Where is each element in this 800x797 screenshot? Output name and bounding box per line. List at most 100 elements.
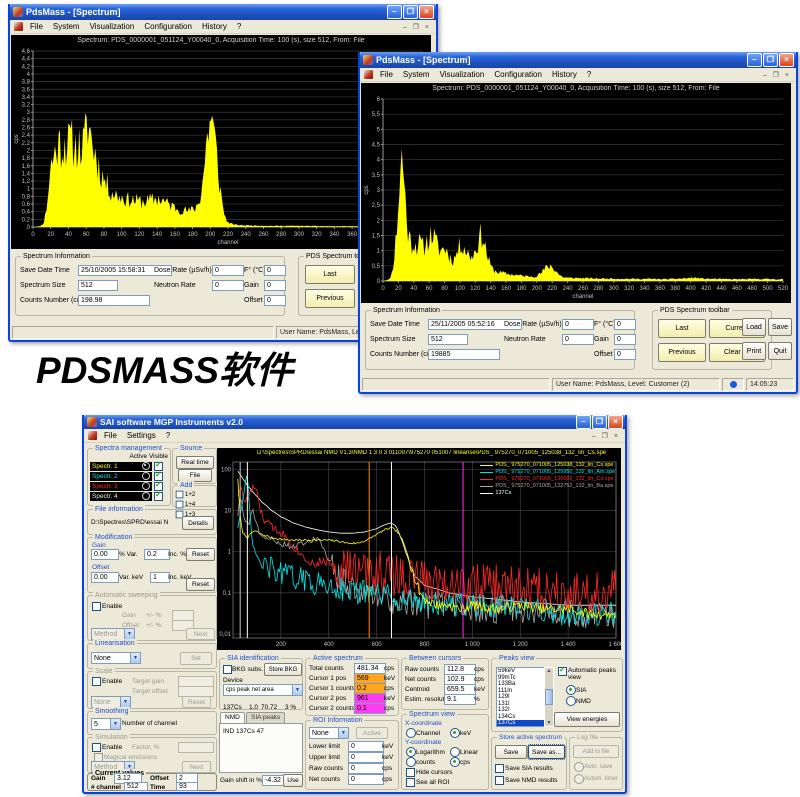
add-checkbox-1-4[interactable] bbox=[176, 501, 184, 509]
peak-item-137cs[interactable]: 137Cs bbox=[497, 720, 545, 727]
bkg-subs-checkbox[interactable] bbox=[223, 665, 232, 674]
simulation-enable-checkbox[interactable] bbox=[92, 743, 101, 752]
menu-item-file[interactable]: File bbox=[375, 70, 398, 79]
titlebar[interactable]: SAI software MGP Instruments v2.0 –❐× bbox=[84, 415, 625, 429]
linearisation-combo[interactable]: None▼ bbox=[91, 652, 141, 664]
save-nmd-results-checkbox[interactable] bbox=[495, 776, 504, 785]
mdi-window-controls[interactable]: – ❐ × bbox=[403, 23, 434, 31]
restore-button[interactable]: ❐ bbox=[763, 53, 778, 67]
sia-radio[interactable] bbox=[566, 685, 576, 695]
offset-spinner[interactable]: 0.00 bbox=[91, 572, 119, 583]
print-button[interactable]: Print bbox=[742, 342, 766, 360]
smoothing-combo[interactable]: 5▼ bbox=[91, 718, 121, 730]
offset-field[interactable]: 0 bbox=[264, 295, 286, 306]
offset-reset-button[interactable]: Reset bbox=[186, 578, 215, 591]
counts-field[interactable]: 19885 bbox=[428, 349, 500, 360]
spectrum-size-field[interactable]: 512 bbox=[78, 280, 118, 291]
menu-item-visualization[interactable]: Visualization bbox=[85, 22, 140, 31]
menu-item--[interactable]: ? bbox=[232, 22, 246, 31]
menu-item-settings[interactable]: Settings bbox=[122, 431, 161, 440]
multi-spectrum-plot[interactable]: D:\Spectres\SPRD\essai NMD V1.3\NMD 1 3 … bbox=[217, 448, 621, 650]
save-button[interactable]: Save bbox=[768, 318, 792, 336]
menu-item-system[interactable]: System bbox=[398, 70, 435, 79]
minimize-button[interactable]: – bbox=[387, 5, 402, 19]
dose-rate-field[interactable]: 0 bbox=[212, 265, 244, 276]
active-radio[interactable] bbox=[142, 472, 150, 480]
automatic-peaks-checkbox[interactable] bbox=[558, 667, 567, 676]
close-button[interactable]: × bbox=[419, 5, 434, 19]
menu-item-history[interactable]: History bbox=[197, 22, 232, 31]
gain-spinner[interactable]: 0.00 bbox=[91, 549, 119, 560]
mdi-window-controls[interactable]: – ❐ × bbox=[763, 71, 794, 79]
menu-item-system[interactable]: System bbox=[48, 22, 85, 31]
close-button[interactable]: × bbox=[779, 53, 794, 67]
save-sia-results-checkbox[interactable] bbox=[495, 764, 504, 773]
linear-radio[interactable] bbox=[450, 747, 460, 757]
offset-field[interactable]: 0 bbox=[614, 349, 636, 360]
sweeping-enable-checkbox[interactable] bbox=[92, 602, 101, 611]
gain-field[interactable]: 0 bbox=[264, 280, 286, 291]
real-time-button[interactable]: Real time bbox=[176, 456, 214, 469]
gain-reset-button[interactable]: Reset bbox=[186, 548, 215, 561]
logarithm-radio[interactable] bbox=[406, 747, 416, 757]
see-all-roi-checkbox[interactable] bbox=[406, 778, 415, 787]
temperature-field[interactable]: 0 bbox=[614, 319, 636, 330]
tab-nmd[interactable]: NMD bbox=[220, 712, 245, 723]
previous-button[interactable]: Previous bbox=[305, 289, 355, 308]
menu-item-configuration[interactable]: Configuration bbox=[139, 22, 197, 31]
last-button[interactable]: Last bbox=[305, 265, 355, 284]
close-button[interactable]: × bbox=[608, 415, 623, 429]
menu-item-file[interactable]: File bbox=[99, 431, 122, 440]
scale-enable-checkbox[interactable] bbox=[92, 677, 101, 686]
menu-item-file[interactable]: File bbox=[25, 22, 48, 31]
store-save-button[interactable]: Save bbox=[495, 745, 527, 759]
spectrum-size-field[interactable]: 512 bbox=[428, 334, 468, 345]
kev-radio[interactable] bbox=[450, 728, 460, 738]
minimize-button[interactable]: – bbox=[747, 53, 762, 67]
load-button[interactable]: Load bbox=[742, 318, 766, 336]
details-button[interactable]: Details bbox=[182, 516, 214, 530]
nmd-radio[interactable] bbox=[566, 696, 576, 706]
peaks-listbox[interactable]: 59keV99mTc133Ba111In129I131I132I134Cs137… bbox=[496, 667, 546, 727]
titlebar[interactable]: PdsMass - [Spectrum] –❐× bbox=[10, 4, 436, 20]
menu-item-configuration[interactable]: Configuration bbox=[489, 70, 547, 79]
titlebar[interactable]: PdsMass - [Spectrum] –❐× bbox=[360, 52, 796, 68]
menu-item--[interactable]: ? bbox=[582, 70, 596, 79]
previous-button[interactable]: Previous bbox=[658, 343, 706, 362]
peaks-scrollbar[interactable]: ▲▼ bbox=[544, 667, 554, 727]
menu-item--[interactable]: ? bbox=[161, 431, 175, 440]
device-combo[interactable]: cps peak net area▼ bbox=[223, 684, 303, 696]
gain-field[interactable]: 0 bbox=[614, 334, 636, 345]
offset-inc-field[interactable]: 1 bbox=[150, 572, 170, 583]
restore-button[interactable]: ❐ bbox=[403, 5, 418, 19]
active-radio[interactable] bbox=[142, 482, 150, 490]
dose-rate-field[interactable]: 0 bbox=[562, 319, 594, 330]
store-save-as-button[interactable]: Save as... bbox=[528, 745, 565, 759]
cps-radio[interactable] bbox=[450, 757, 460, 767]
minimize-button[interactable]: – bbox=[576, 415, 591, 429]
hide-cursors-checkbox[interactable] bbox=[406, 768, 415, 777]
last-button[interactable]: Last bbox=[658, 319, 706, 338]
active-radio[interactable] bbox=[142, 462, 150, 470]
use-button[interactable]: Use bbox=[283, 774, 303, 787]
counts-field[interactable]: 198.98 bbox=[78, 295, 150, 306]
store-bkg-button[interactable]: Store BKG bbox=[264, 663, 302, 676]
tab-sia-peaks[interactable]: SIA peaks bbox=[246, 712, 285, 723]
visible-checkbox[interactable] bbox=[154, 492, 163, 501]
menu-item-visualization[interactable]: Visualization bbox=[435, 70, 490, 79]
restore-button[interactable]: ❐ bbox=[592, 415, 607, 429]
roi-upper-field[interactable]: 0 bbox=[348, 752, 384, 763]
add-checkbox-1-2[interactable] bbox=[176, 491, 184, 499]
active-radio[interactable] bbox=[142, 492, 150, 500]
mdi-window-controls[interactable]: – ❐ × bbox=[592, 432, 623, 440]
channel-radio[interactable] bbox=[406, 728, 416, 738]
neutron-rate-field[interactable]: 0 bbox=[212, 280, 244, 291]
roi-lower-field[interactable]: 0 bbox=[348, 741, 384, 752]
gain-inc-field[interactable]: 0.2 bbox=[144, 549, 170, 560]
roi-combo[interactable]: None▼ bbox=[309, 727, 349, 739]
neutron-rate-field[interactable]: 0 bbox=[562, 334, 594, 345]
quit-button[interactable]: Quit bbox=[768, 342, 792, 360]
counts-radio[interactable] bbox=[406, 757, 416, 767]
temperature-field[interactable]: 0 bbox=[264, 265, 286, 276]
view-energies-button[interactable]: View energies bbox=[554, 712, 620, 727]
